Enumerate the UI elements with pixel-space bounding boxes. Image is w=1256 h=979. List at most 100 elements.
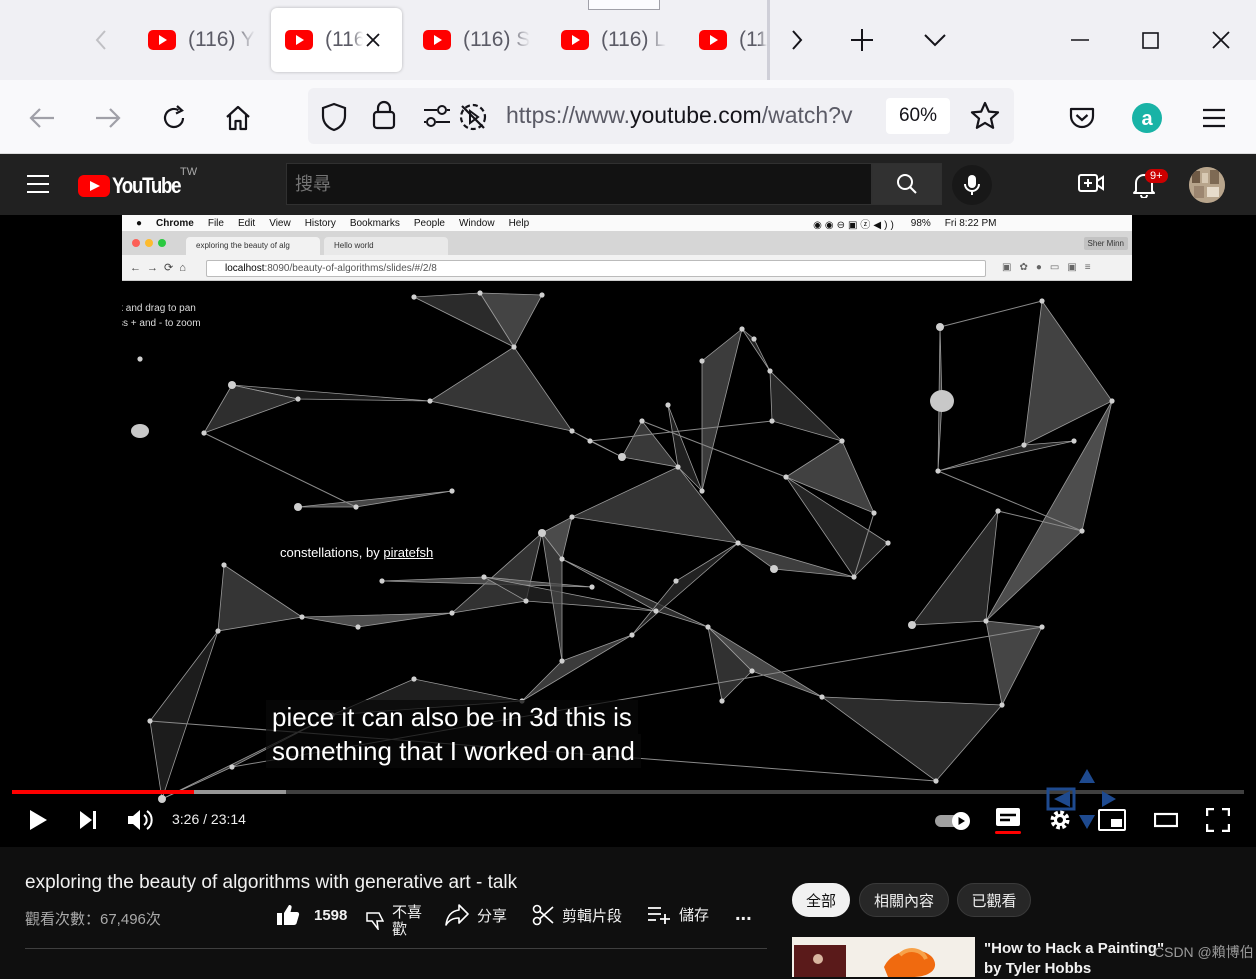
constellation-triangle — [297, 490, 453, 508]
recommended-video-thumbnail[interactable] — [792, 937, 975, 977]
url-bar[interactable]: https://www.youtube.com/watch?v 60% — [308, 88, 1014, 144]
pocket-icon[interactable] — [1062, 98, 1102, 138]
constellation-node — [673, 578, 679, 584]
app-menu-icon[interactable] — [1194, 98, 1234, 138]
list-all-tabs-icon[interactable] — [918, 22, 952, 58]
save-button[interactable]: 儲存 — [647, 904, 709, 925]
theater-mode-icon[interactable] — [1152, 805, 1180, 835]
maximize-window-icon[interactable] — [1133, 22, 1167, 58]
avatar[interactable] — [1189, 167, 1225, 203]
caption-line: piece it can also be in 3d this is — [266, 700, 638, 734]
tracking-protection-shield-icon[interactable] — [320, 102, 348, 137]
clip-label: 剪輯片段 — [562, 907, 623, 925]
fullscreen-icon[interactable] — [1204, 805, 1232, 835]
constellation-triangle — [428, 346, 573, 432]
filter-chip-all[interactable]: 全部 — [792, 883, 850, 917]
browser-tab[interactable]: (116) S — [411, 8, 537, 72]
constellation-node — [449, 610, 455, 616]
close-window-icon[interactable] — [1204, 22, 1238, 58]
tab-scroll-left-icon[interactable] — [86, 22, 116, 58]
guide-menu-icon[interactable] — [26, 174, 50, 199]
home-icon[interactable] — [218, 98, 258, 138]
constellation-node — [618, 453, 626, 461]
constellation-node — [299, 614, 305, 620]
close-tab-icon[interactable] — [365, 32, 381, 48]
constellation-triangle — [149, 630, 219, 800]
tab-scroll-right-icon[interactable] — [782, 22, 812, 58]
youtube-favicon-icon — [285, 30, 313, 50]
autoplay-blocked-icon[interactable] — [458, 102, 488, 137]
mac-menu-item: View — [269, 217, 291, 229]
constellation-node — [477, 290, 483, 296]
constellation-node — [295, 396, 301, 402]
constellation-node — [559, 658, 565, 664]
recommended-video-title[interactable]: "How to Hack a Painting" by Tyler Hobbs — [984, 939, 1170, 979]
mac-menu-item: Bookmarks — [349, 217, 400, 229]
url-text[interactable]: https://www.youtube.com/watch?v — [506, 102, 878, 129]
window-drag-handle[interactable] — [588, 0, 660, 10]
constellation-node — [675, 464, 681, 470]
constellation-node — [839, 438, 845, 444]
forward-arrow-icon[interactable] — [88, 98, 128, 138]
mac-menu-item: Edit — [237, 217, 256, 229]
dislike-button[interactable]: 不喜歡 — [366, 904, 424, 938]
clip-button[interactable]: 剪輯片段 — [532, 904, 622, 926]
voice-search-button[interactable] — [952, 165, 992, 205]
search-input[interactable] — [286, 163, 872, 205]
dpad-overlay-icon — [1044, 769, 1120, 834]
autoplay-toggle[interactable] — [934, 811, 972, 831]
constellation-node — [158, 795, 166, 803]
zoom-level-button[interactable]: 60% — [886, 98, 950, 134]
youtube-logo[interactable]: YouTube — [78, 173, 192, 199]
constellation-node — [1109, 398, 1115, 404]
search-icon — [896, 173, 918, 195]
constellation-node — [589, 584, 595, 590]
constellation-node — [221, 562, 227, 568]
browser-tab-active[interactable]: (116 — [271, 8, 402, 72]
video-player[interactable]: ● Chrome File Edit View History Bookmark… — [0, 215, 1256, 847]
chrome-nav-icons: ←→⟳⌂ — [130, 262, 192, 274]
back-arrow-icon[interactable] — [22, 98, 62, 138]
subtitles-active-indicator — [995, 830, 1021, 834]
apple-icon: ● — [136, 217, 143, 229]
search-button[interactable] — [872, 163, 942, 205]
bookmark-star-icon[interactable] — [970, 101, 1000, 136]
credit-author-link[interactable]: piratefsh — [383, 545, 433, 560]
constellation-sphere — [131, 424, 149, 438]
subtitles-icon[interactable] — [993, 805, 1023, 835]
chip-label: 已觀看 — [971, 892, 1017, 910]
region-code: TW — [180, 166, 198, 178]
filter-chip-watched[interactable]: 已觀看 — [957, 883, 1031, 917]
constellation-node — [705, 624, 711, 630]
new-tab-icon[interactable] — [845, 22, 879, 58]
tab-title: (116) L — [601, 28, 666, 51]
traffic-lights — [132, 239, 166, 247]
constellation-node — [294, 503, 302, 511]
chrome-url-host: localhost — [225, 263, 265, 274]
reload-icon[interactable] — [154, 98, 194, 138]
create-video-icon[interactable] — [1078, 172, 1104, 199]
browser-tab[interactable]: (116) Y — [136, 8, 262, 72]
constellation-triangle — [985, 620, 1043, 707]
constellation-triangle — [521, 634, 633, 702]
minimize-window-icon[interactable] — [1063, 22, 1097, 58]
browser-tab[interactable]: (11 — [687, 8, 767, 72]
share-button[interactable]: 分享 — [445, 904, 507, 926]
constellation-node — [569, 428, 575, 434]
browser-tab[interactable]: (116) L — [549, 8, 675, 72]
volume-icon[interactable] — [126, 805, 154, 835]
permissions-icon[interactable] — [422, 104, 452, 133]
tab-title: (116) Y — [188, 28, 255, 51]
play-button[interactable] — [26, 805, 50, 835]
constellation-node — [653, 608, 659, 614]
constellation-node — [639, 418, 645, 424]
next-video-button[interactable] — [76, 805, 100, 835]
constellation-node — [735, 540, 741, 546]
constellation-node — [1039, 298, 1045, 304]
more-actions-button[interactable]: ... — [735, 903, 752, 926]
lock-icon[interactable] — [372, 100, 396, 135]
like-button[interactable]: 1598 — [276, 904, 347, 926]
extension-a-icon[interactable]: a — [1127, 98, 1167, 138]
captions: piece it can also be in 3d this is somet… — [266, 700, 641, 768]
filter-chip-related[interactable]: 相關內容 — [859, 883, 949, 917]
